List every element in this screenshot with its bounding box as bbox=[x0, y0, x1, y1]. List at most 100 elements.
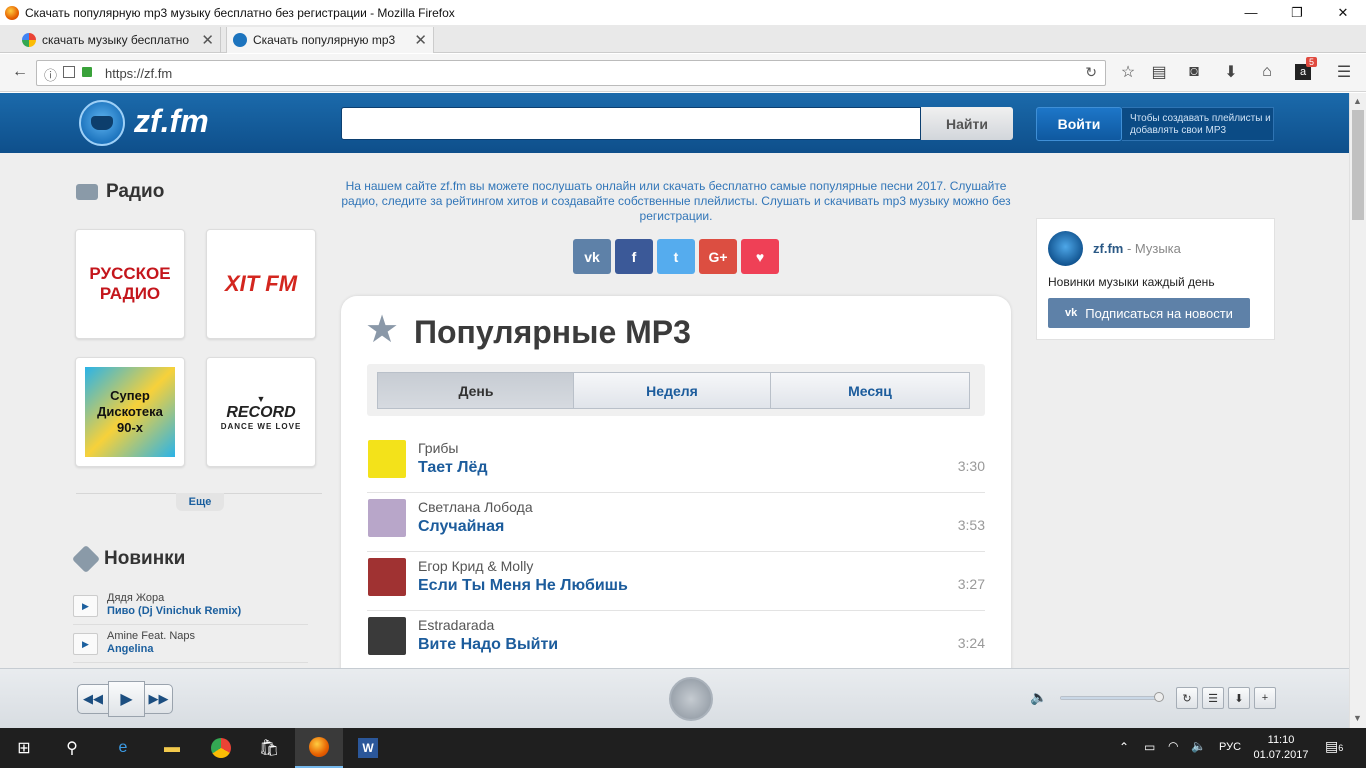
scroll-up-icon[interactable]: ▲ bbox=[1353, 96, 1362, 106]
song-row[interactable]: Егор Крид & Molly Если Ты Меня Не Любишь 3… bbox=[367, 552, 985, 611]
tab-zffm[interactable]: Скачать популярную mp3 ✕ bbox=[226, 27, 434, 53]
googleplus-share-button[interactable]: G+ bbox=[699, 239, 737, 274]
pocket-share-button[interactable]: ♥ bbox=[741, 239, 779, 274]
page-scrollbar[interactable]: ▲ ▼ bbox=[1349, 93, 1366, 728]
download-icon[interactable]: ⬇ bbox=[1221, 62, 1241, 82]
login-button[interactable]: Войти bbox=[1036, 107, 1122, 141]
reload-icon[interactable]: ↻ bbox=[1085, 64, 1097, 81]
radio-station-russkoe[interactable]: РУССКОЕ РАДИО bbox=[75, 229, 185, 339]
vk-share-button[interactable]: vk bbox=[573, 239, 611, 274]
intro-text: На нашем сайте zf.fm вы можете послушать… bbox=[341, 179, 1011, 223]
file-explorer-icon[interactable]: ▬ bbox=[148, 728, 196, 768]
song-cover[interactable] bbox=[368, 440, 406, 478]
add-button[interactable]: + bbox=[1254, 687, 1276, 709]
new-item-artist[interactable]: Amine Feat. Naps bbox=[107, 630, 195, 642]
url-bar[interactable]: ⓘ https://zf.fm ↻ bbox=[36, 60, 1106, 86]
volume-slider[interactable] bbox=[1060, 696, 1160, 700]
word-icon[interactable]: W bbox=[344, 728, 392, 768]
song-cover[interactable] bbox=[368, 499, 406, 537]
maximize-button[interactable]: ❐ bbox=[1274, 0, 1320, 25]
volume-icon[interactable]: 🔈 bbox=[1030, 689, 1047, 706]
song-artist[interactable]: Светлана Лобода bbox=[418, 499, 533, 515]
tab-day[interactable]: День bbox=[377, 372, 575, 409]
download-button[interactable]: ⬇ bbox=[1228, 687, 1250, 709]
language-indicator[interactable]: РУС bbox=[1219, 741, 1241, 753]
home-icon[interactable]: ⌂ bbox=[1257, 62, 1277, 82]
pocket-icon[interactable]: ◙ bbox=[1184, 62, 1204, 82]
song-row[interactable]: Грибы Тает Лёд 3:30 bbox=[367, 434, 985, 493]
search-icon[interactable]: ⚲ bbox=[48, 728, 96, 768]
subscribe-button[interactable]: vk Подписаться на новости bbox=[1048, 298, 1250, 328]
site-logo[interactable]: zf.fm bbox=[134, 103, 209, 140]
next-button[interactable]: ▶▶ bbox=[144, 684, 173, 714]
song-artist[interactable]: Егор Крид & Molly bbox=[418, 558, 533, 574]
play-icon[interactable]: ▶ bbox=[73, 595, 98, 617]
song-cover[interactable] bbox=[368, 558, 406, 596]
radio-station-super-disco[interactable]: Супер Дискотека 90-х bbox=[75, 357, 185, 467]
store-icon[interactable]: 🛍 bbox=[245, 728, 293, 768]
song-row[interactable]: Светлана Лобода Случайная 3:53 bbox=[367, 493, 985, 552]
new-item-track[interactable]: Angelina bbox=[107, 643, 153, 655]
back-arrow-icon[interactable]: ← bbox=[10, 62, 30, 82]
more-radio-button[interactable]: Еще bbox=[176, 493, 224, 511]
tab-month[interactable]: Месяц bbox=[770, 372, 970, 409]
scroll-thumb[interactable] bbox=[1352, 110, 1364, 220]
minimize-button[interactable]: — bbox=[1228, 0, 1274, 25]
group-name[interactable]: zf.fm - Музыка bbox=[1093, 241, 1181, 256]
tab-label: скачать музыку бесплатно bbox=[42, 33, 190, 47]
bookmark-star-icon[interactable]: ☆ bbox=[1118, 62, 1138, 82]
song-title[interactable]: Случайная bbox=[418, 518, 504, 536]
permissions-icon[interactable] bbox=[63, 66, 75, 78]
song-row[interactable]: Estradarada Вите Надо Выйти 3:24 bbox=[367, 611, 985, 668]
song-cover[interactable] bbox=[368, 617, 406, 655]
wifi-icon[interactable]: ◠ bbox=[1168, 739, 1178, 753]
close-window-button[interactable]: ✕ bbox=[1320, 0, 1366, 25]
audio-player: ◀◀ ▶ ▶▶ 🔈 ↻ ☰ ⬇ + bbox=[0, 668, 1349, 728]
song-duration: 3:27 bbox=[957, 576, 985, 592]
twitter-share-button[interactable]: t bbox=[657, 239, 695, 274]
previous-button[interactable]: ◀◀ bbox=[77, 684, 109, 714]
play-button[interactable]: ▶ bbox=[108, 681, 145, 717]
song-title[interactable]: Тает Лёд bbox=[418, 459, 488, 477]
zffm-logo-icon[interactable] bbox=[79, 100, 125, 146]
chrome-icon[interactable] bbox=[197, 728, 245, 768]
info-icon[interactable]: ⓘ bbox=[44, 65, 57, 84]
facebook-share-button[interactable]: f bbox=[615, 239, 653, 274]
repeat-button[interactable]: ↻ bbox=[1176, 687, 1198, 709]
windows-start-icon[interactable]: ⊞ bbox=[0, 728, 48, 768]
search-button[interactable]: Найти bbox=[921, 107, 1013, 140]
search-input[interactable] bbox=[341, 107, 921, 140]
play-icon[interactable]: ▶ bbox=[73, 633, 98, 655]
volume-knob[interactable] bbox=[1154, 692, 1164, 702]
tab-google[interactable]: скачать музыку бесплатно ✕ bbox=[16, 27, 221, 53]
playlist-button[interactable]: ☰ bbox=[1202, 687, 1224, 709]
battery-icon[interactable]: ▭ bbox=[1144, 740, 1155, 754]
notification-badge: 5 bbox=[1306, 57, 1318, 67]
window-titlebar: Скачать популярную mp3 музыку бесплатно … bbox=[0, 0, 1366, 25]
song-artist[interactable]: Грибы bbox=[418, 440, 458, 456]
new-item-artist[interactable]: Дядя Жора bbox=[107, 592, 164, 604]
song-title[interactable]: Если Ты Меня Не Любишь bbox=[418, 577, 628, 595]
reading-list-icon[interactable]: ▤ bbox=[1149, 62, 1169, 82]
close-tab-icon[interactable]: ✕ bbox=[414, 31, 427, 49]
url-text[interactable]: https://zf.fm bbox=[105, 66, 172, 81]
edge-icon[interactable]: e bbox=[99, 728, 147, 768]
song-artist[interactable]: Estradarada bbox=[418, 617, 494, 633]
lock-icon bbox=[82, 67, 92, 77]
chevron-up-icon[interactable]: ⌃ bbox=[1119, 740, 1129, 754]
notifications-icon[interactable]: ▤6 bbox=[1325, 738, 1343, 755]
radio-station-record[interactable]: ▼ RECORD DANCE WE LOVE bbox=[206, 357, 316, 467]
scroll-down-icon[interactable]: ▼ bbox=[1353, 713, 1362, 723]
speaker-icon[interactable]: 🔈 bbox=[1191, 739, 1206, 753]
record-logo-icon: ▼ bbox=[256, 393, 266, 404]
radio-station-xitfm[interactable]: XIT FM bbox=[206, 229, 316, 339]
close-tab-icon[interactable]: ✕ bbox=[201, 31, 214, 49]
song-title[interactable]: Вите Надо Выйти bbox=[418, 636, 558, 654]
menu-icon[interactable]: ☰ bbox=[1334, 62, 1354, 82]
group-avatar[interactable] bbox=[1048, 231, 1083, 266]
firefox-taskbar-icon[interactable] bbox=[295, 728, 343, 768]
extension-icon[interactable]: a 5 bbox=[1293, 57, 1318, 82]
new-item-track[interactable]: Пиво (Dj Vinichuk Remix) bbox=[107, 605, 241, 617]
tab-week[interactable]: Неделя bbox=[573, 372, 771, 409]
clock[interactable]: 11:10 01.07.2017 bbox=[1252, 733, 1310, 763]
